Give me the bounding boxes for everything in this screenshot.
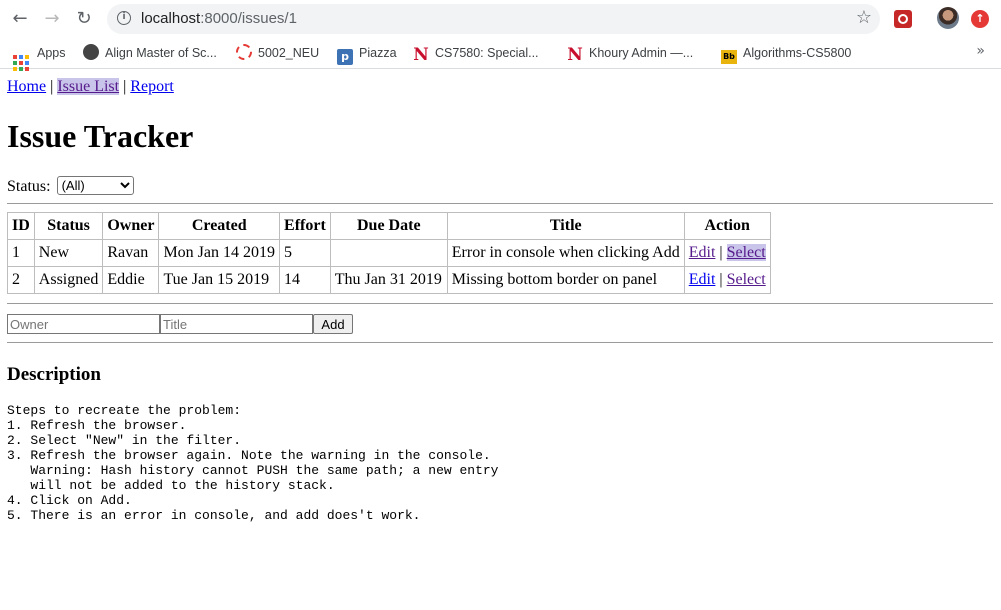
url-host: localhost — [141, 10, 201, 27]
issue-table: ID Status Owner Created Effort Due Date … — [7, 212, 771, 294]
cell-owner: Eddie — [102, 266, 160, 294]
bookmark-star-icon[interactable]: ☆ — [856, 7, 872, 28]
bookmark-label: Algorithms-CS5800 — [743, 46, 852, 60]
more-bookmarks-icon[interactable]: » — [976, 43, 985, 59]
column-header-action: Action — [683, 212, 771, 240]
bookmark-label: Apps — [37, 46, 66, 60]
column-header-status: Status — [33, 212, 104, 240]
extension-icon[interactable] — [894, 10, 912, 28]
cell-id: 1 — [7, 239, 35, 267]
top-nav: Home | Issue List | Report — [7, 78, 174, 96]
bookmark-cs7580[interactable]: N CS7580: Special... — [413, 44, 539, 65]
description-heading: Description — [7, 364, 101, 385]
globe-icon — [83, 44, 99, 60]
bookmark-label: Align Master of Sc... — [105, 46, 217, 60]
nav-separator: | — [50, 78, 54, 95]
table-row: 2 Assigned Eddie Tue Jan 15 2019 14 Thu … — [7, 266, 771, 294]
reload-icon[interactable]: ↻ — [72, 7, 96, 31]
bookmark-align-master[interactable]: Align Master of Sc... — [83, 44, 217, 62]
browser-toolbar: ← → ↻ i localhost:8000/issues/1 ☆ ↑ — [0, 0, 1001, 38]
table-row: 1 New Ravan Mon Jan 14 2019 5 Error in c… — [7, 239, 771, 267]
column-header-id: ID — [7, 212, 35, 240]
divider — [7, 203, 993, 204]
cell-created: Tue Jan 15 2019 — [158, 266, 281, 294]
bookmark-apps[interactable]: Apps — [13, 44, 66, 71]
bookmarks-bar: Apps Align Master of Sc... 5002_NEU p Pia… — [0, 38, 1001, 71]
site-info-icon[interactable]: i — [117, 11, 131, 25]
action-separator: | — [719, 244, 723, 261]
bookmark-khoury-admin[interactable]: N Khoury Admin —... — [567, 44, 694, 65]
cell-status: Assigned — [33, 266, 104, 294]
northeastern-icon: N — [413, 45, 429, 65]
url-text[interactable]: localhost:8000/issues/1 — [141, 10, 297, 27]
nav-separator: | — [123, 78, 127, 95]
column-header-title: Title — [446, 212, 685, 240]
blackboard-icon: Bb — [721, 50, 737, 64]
cell-due-date: Thu Jan 31 2019 — [329, 266, 448, 294]
cell-title: Missing bottom border on panel — [446, 266, 685, 294]
description-body: Steps to recreate the problem: 1. Refres… — [7, 403, 499, 523]
status-select[interactable]: (All) — [56, 176, 134, 195]
bookmark-piazza[interactable]: p Piazza — [337, 44, 397, 65]
bookmark-5002-neu[interactable]: 5002_NEU — [236, 44, 319, 62]
bookmark-label: Khoury Admin —... — [589, 46, 694, 60]
nav-issue-list-link[interactable]: Issue List — [57, 78, 120, 95]
page-title: Issue Tracker — [7, 118, 194, 154]
cell-effort: 14 — [279, 266, 331, 294]
bookmark-label: 5002_NEU — [258, 46, 320, 60]
edit-link[interactable]: Edit — [689, 271, 716, 288]
nav-home-link[interactable]: Home — [7, 78, 46, 95]
select-link[interactable]: Select — [726, 244, 766, 261]
cell-id: 2 — [7, 266, 35, 294]
action-separator: | — [719, 271, 723, 288]
status-filter-label: Status: — [7, 178, 51, 195]
status-filter: Status: (All) — [7, 176, 134, 197]
cell-due-date — [329, 239, 448, 267]
column-header-effort: Effort — [279, 212, 331, 240]
nav-report-link[interactable]: Report — [130, 78, 174, 95]
cell-effort: 5 — [279, 239, 331, 267]
owner-input[interactable] — [7, 314, 160, 334]
cell-title: Error in console when clicking Add — [446, 239, 685, 267]
back-arrow-icon[interactable]: ← — [8, 7, 32, 31]
bookmark-algorithms[interactable]: Bb Algorithms-CS5800 — [721, 44, 852, 64]
table-header-row: ID Status Owner Created Effort Due Date … — [7, 212, 771, 240]
piazza-icon: p — [337, 49, 353, 65]
divider — [7, 303, 993, 304]
bookmark-label: Piazza — [359, 46, 397, 60]
apps-grid-icon — [13, 55, 29, 71]
divider — [7, 342, 993, 343]
cell-created: Mon Jan 14 2019 — [158, 239, 281, 267]
cell-status: New — [33, 239, 104, 267]
title-input[interactable] — [160, 314, 313, 334]
url-path: :8000/issues/1 — [200, 10, 297, 27]
cell-owner: Ravan — [102, 239, 160, 267]
cell-action: Edit | Select — [683, 239, 771, 267]
select-link[interactable]: Select — [727, 271, 766, 288]
northeastern-icon: N — [567, 45, 583, 65]
edit-link[interactable]: Edit — [689, 244, 716, 261]
column-header-created: Created — [158, 212, 281, 240]
column-header-owner: Owner — [102, 212, 160, 240]
add-button[interactable]: Add — [313, 314, 353, 334]
bookmark-label: CS7580: Special... — [435, 46, 539, 60]
cell-action: Edit | Select — [683, 266, 771, 294]
profile-avatar[interactable] — [937, 7, 959, 29]
ring-icon — [236, 44, 252, 60]
column-header-due-date: Due Date — [329, 212, 448, 240]
extension-update-icon[interactable]: ↑ — [971, 10, 989, 28]
address-bar[interactable]: i localhost:8000/issues/1 ☆ — [107, 4, 880, 34]
forward-arrow-icon[interactable]: → — [40, 7, 64, 31]
